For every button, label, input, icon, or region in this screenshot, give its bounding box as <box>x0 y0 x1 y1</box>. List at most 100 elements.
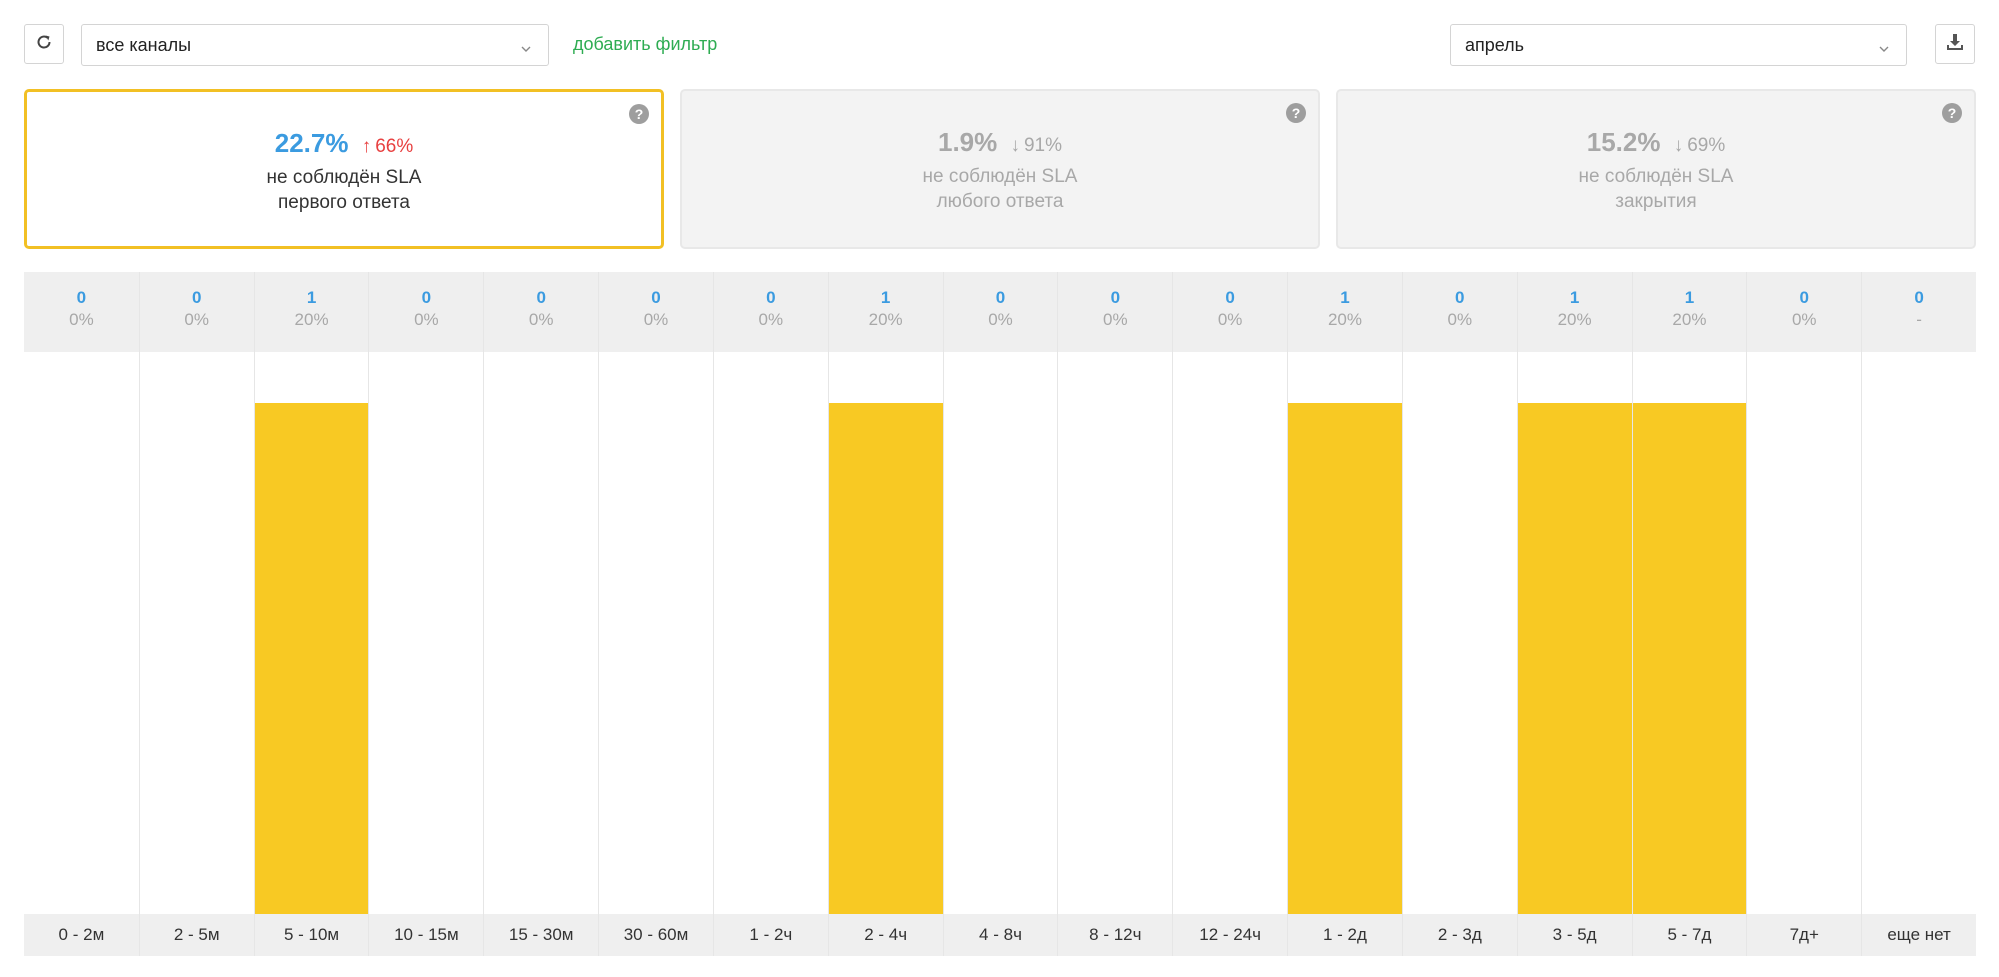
sla-card-trend-value: 69% <box>1687 135 1726 156</box>
arrow-down-icon: ↓ <box>1010 135 1020 156</box>
chart-column[interactable]: 0- еще нет <box>1861 272 1976 956</box>
column-header: 0 0% <box>713 272 828 352</box>
download-button[interactable] <box>1935 24 1975 64</box>
sla-card-value: 22.7% <box>274 128 349 158</box>
help-icon[interactable]: ? <box>1286 103 1306 123</box>
period-select-value: апрель <box>1465 34 1525 55</box>
chart-column[interactable]: 1 20% 5 - 10м <box>253 272 369 956</box>
chart-column[interactable]: 0 0% 1 - 2ч <box>712 272 828 956</box>
chart-column[interactable]: 0 0% 2 - 5м <box>138 272 254 956</box>
chevron-down-icon <box>1878 39 1890 60</box>
chart-column[interactable]: 1 20% 1 - 2д <box>1287 272 1402 956</box>
plot-area <box>24 352 139 914</box>
sla-card-sublabel: первого ответа <box>278 192 410 213</box>
plot-area <box>1632 352 1747 914</box>
x-tick-label: 0 - 2м <box>24 914 139 956</box>
x-tick-label: 10 - 15м <box>369 914 484 956</box>
plot-area <box>599 352 713 914</box>
column-header: 0 0% <box>1402 272 1517 352</box>
plot-area <box>369 352 484 914</box>
data-label-percent: 0% <box>643 310 669 329</box>
channel-select[interactable]: все каналы <box>81 24 549 66</box>
plot-area <box>1747 352 1862 914</box>
data-label-count: 1 <box>1684 288 1695 307</box>
help-icon[interactable]: ? <box>1942 103 1962 123</box>
column-header: 0 0% <box>24 272 139 352</box>
bar[interactable] <box>828 403 943 914</box>
chart-column[interactable]: 0 0% 0 - 2м <box>24 272 139 956</box>
data-label-percent: 20% <box>1327 310 1362 329</box>
chart-column[interactable]: 1 20% 2 - 4ч <box>827 272 943 956</box>
bar[interactable] <box>1288 403 1402 914</box>
add-filter-link[interactable]: добавить фильтр <box>573 34 717 55</box>
data-label-percent: 0% <box>758 310 784 329</box>
sla-card-label: не соблюдён SLA <box>266 167 422 188</box>
data-label-count: 0 <box>1455 288 1465 307</box>
refresh-icon <box>35 33 53 56</box>
help-icon[interactable]: ? <box>629 104 649 124</box>
x-tick-label: 4 - 8ч <box>943 914 1058 956</box>
column-header: 0 0% <box>1173 272 1288 352</box>
toolbar: все каналы добавить фильтр апрель <box>24 24 1975 66</box>
sla-card-closing[interactable]: ? 15.2% ↓ 69% не соблюдён SLA закрытия <box>1336 89 1976 249</box>
x-tick-label: еще нет <box>1862 914 1976 956</box>
data-label-count: 1 <box>1340 288 1350 307</box>
x-tick-label: 12 - 24ч <box>1173 914 1288 956</box>
data-label-count: 1 <box>880 288 891 307</box>
column-header: 0 0% <box>369 272 484 352</box>
column-header: 0 0% <box>599 272 713 352</box>
data-label-percent: - <box>1916 310 1922 329</box>
bar[interactable] <box>254 403 369 914</box>
data-label-count: 0 <box>995 288 1006 307</box>
channel-select-value: все каналы <box>96 34 192 55</box>
column-header: 1 20% <box>254 272 369 352</box>
sla-card-any-response[interactable]: ? 1.9% ↓ 91% не соблюдён SLA любого ответ… <box>680 89 1320 249</box>
column-header: 0 0% <box>1058 272 1173 352</box>
chart-column[interactable]: 1 20% 5 - 7д <box>1631 272 1747 956</box>
x-tick-label: 5 - 7д <box>1632 914 1747 956</box>
x-tick-label: 2 - 5м <box>139 914 254 956</box>
data-label-count: 1 <box>306 288 317 307</box>
data-label-percent: 20% <box>868 310 903 329</box>
column-header: 0 0% <box>943 272 1058 352</box>
data-label-percent: 20% <box>1557 310 1592 329</box>
chart-column[interactable]: 1 20% 3 - 5д <box>1516 272 1632 956</box>
chart-column[interactable]: 0 0% 8 - 12ч <box>1057 272 1173 956</box>
chevron-down-icon <box>520 39 532 60</box>
chart-column[interactable]: 0 0% 2 - 3д <box>1401 272 1517 956</box>
plot-area <box>1402 352 1517 914</box>
sla-card-value: 15.2% <box>1586 127 1661 157</box>
refresh-button[interactable] <box>24 24 64 64</box>
chart-column[interactable]: 0 0% 30 - 60м <box>598 272 713 956</box>
chart-column[interactable]: 0 0% 10 - 15м <box>368 272 484 956</box>
sla-card-trend: ↓ 69% <box>1674 135 1726 156</box>
period-select[interactable]: апрель <box>1450 24 1907 66</box>
download-icon <box>1945 32 1965 57</box>
chart-column[interactable]: 0 0% 12 - 24ч <box>1172 272 1288 956</box>
data-label-percent: 0% <box>69 310 94 329</box>
x-tick-label: 30 - 60м <box>599 914 713 956</box>
x-tick-label: 3 - 5д <box>1517 914 1632 956</box>
sla-card-trend-value: 66% <box>375 136 414 157</box>
data-label-count: 0 <box>536 288 546 307</box>
chart-column[interactable]: 0 0% 15 - 30м <box>483 272 599 956</box>
x-tick-label: 7д+ <box>1747 914 1862 956</box>
x-tick-label: 5 - 10м <box>254 914 369 956</box>
sla-card-trend: ↑ 66% <box>362 136 414 157</box>
plot-area <box>254 352 369 914</box>
chart-column[interactable]: 0 0% 7д+ <box>1746 272 1862 956</box>
sla-card-metric: 15.2% ↓ 69% <box>1338 127 1974 158</box>
data-label-percent: 20% <box>294 310 329 329</box>
data-label-count: 0 <box>421 288 432 307</box>
bar[interactable] <box>1632 403 1747 914</box>
data-label-percent: 0% <box>1217 310 1243 329</box>
chart-column[interactable]: 0 0% 4 - 8ч <box>942 272 1058 956</box>
x-tick-label: 15 - 30м <box>484 914 599 956</box>
column-header: 0 0% <box>1747 272 1862 352</box>
bar[interactable] <box>1517 403 1632 914</box>
plot-area <box>1288 352 1402 914</box>
data-label-percent: 0% <box>988 310 1013 329</box>
sla-cards: ? 22.7% ↑ 66% не соблюдён SLA первого отв… <box>24 89 1976 249</box>
sla-card-first-response[interactable]: ? 22.7% ↑ 66% не соблюдён SLA первого отв… <box>24 89 664 249</box>
x-tick-label: 2 - 3д <box>1402 914 1517 956</box>
